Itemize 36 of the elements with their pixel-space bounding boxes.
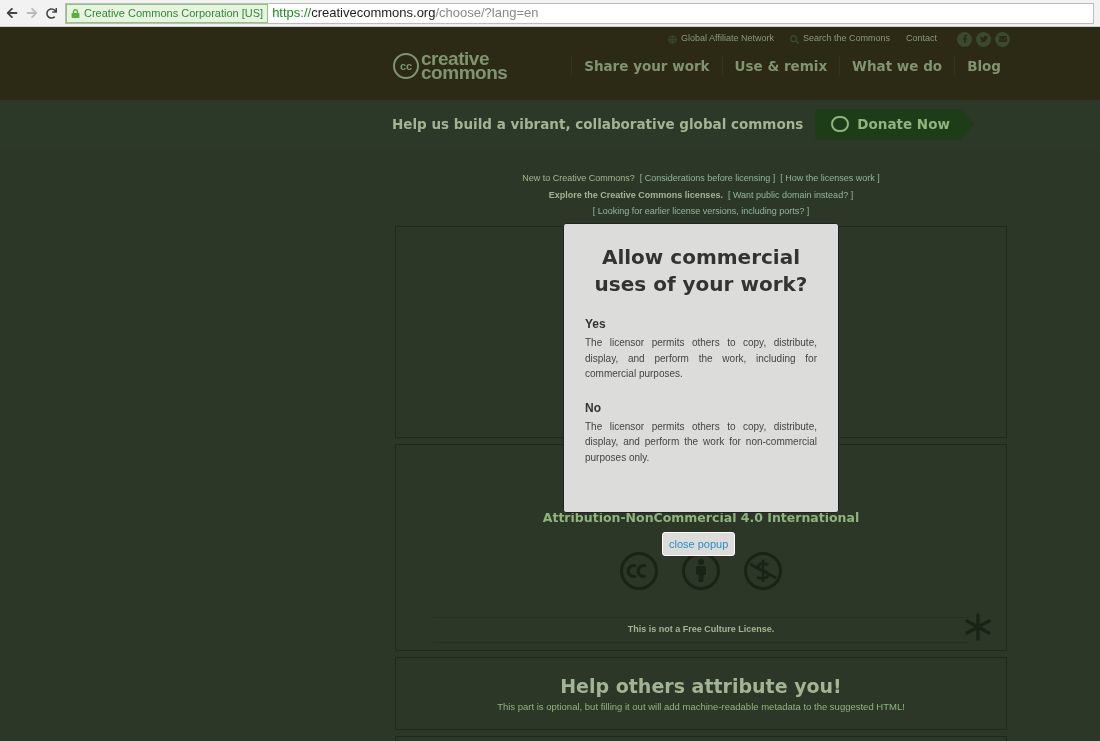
search-icon <box>789 34 799 44</box>
nav-link[interactable]: Use & remix <box>721 55 840 77</box>
free-culture-note: This is not a Free Culture License. <box>627 623 775 637</box>
modal-title: Allow commercial uses of your work? <box>593 244 809 298</box>
utility-link[interactable]: Contact <box>901 32 941 46</box>
close-popup-button[interactable]: close popup <box>662 532 736 556</box>
nav-link[interactable]: Blog <box>954 55 1013 77</box>
facebook-icon[interactable] <box>957 31 972 47</box>
intro-text: New to Creative Commons? <box>522 172 635 185</box>
intro-heading: Explore the Creative Commons licenses. <box>548 188 723 202</box>
license-name: Attribution-NonCommercial 4.0 International <box>542 508 860 527</box>
donate-button[interactable]: Donate Now <box>815 108 974 140</box>
attribution-subtitle: This part is optional, but filling it out will add machine-readable metadata to the suggested HTML! <box>497 700 905 715</box>
reload-icon[interactable] <box>46 7 57 19</box>
attribution-title: Help others attribute you! <box>560 673 842 699</box>
url-text: https://creativecommons.org/choose/?lang=en <box>272 4 539 23</box>
email-icon[interactable] <box>995 31 1010 47</box>
address-bar[interactable]: Creative Commons Corporation [US] https://creativecommons.org/choose/?lang=en <box>65 2 1094 24</box>
forward-icon[interactable] <box>26 7 38 19</box>
option-description: The licensor permits others to copy, distribute, display, and perform the work, including for commercial purposes. <box>585 336 817 381</box>
intro-link[interactable]: [ How the licenses work ] <box>780 172 880 186</box>
twitter-icon[interactable] <box>976 31 991 47</box>
nav-link[interactable]: What we do <box>839 55 955 77</box>
site-identity-badge[interactable]: Creative Commons Corporation [US] <box>66 3 269 23</box>
utility-link[interactable]: Search the Commons <box>785 32 894 46</box>
intro-link[interactable]: [ Considerations before licensing ] <box>639 172 776 186</box>
intro-link[interactable]: [ Want public domain instead? ] <box>727 188 854 202</box>
donate-message: Help us build a vibrant, collaborative global commons <box>392 114 804 134</box>
back-icon[interactable] <box>6 7 18 19</box>
globe-icon <box>668 34 678 44</box>
utility-link[interactable]: Global Affiliate Network <box>664 32 778 46</box>
intro-link[interactable]: [ Looking for earlier license versions, including ports? ] <box>592 205 810 219</box>
option-heading: No <box>585 399 602 417</box>
option-heading: Yes <box>585 316 607 333</box>
option-description: The licensor permits others to copy, distribute, display, and perform the work for non-commercial purposes only. <box>585 419 817 465</box>
nav-link[interactable]: Share your work <box>571 55 722 77</box>
